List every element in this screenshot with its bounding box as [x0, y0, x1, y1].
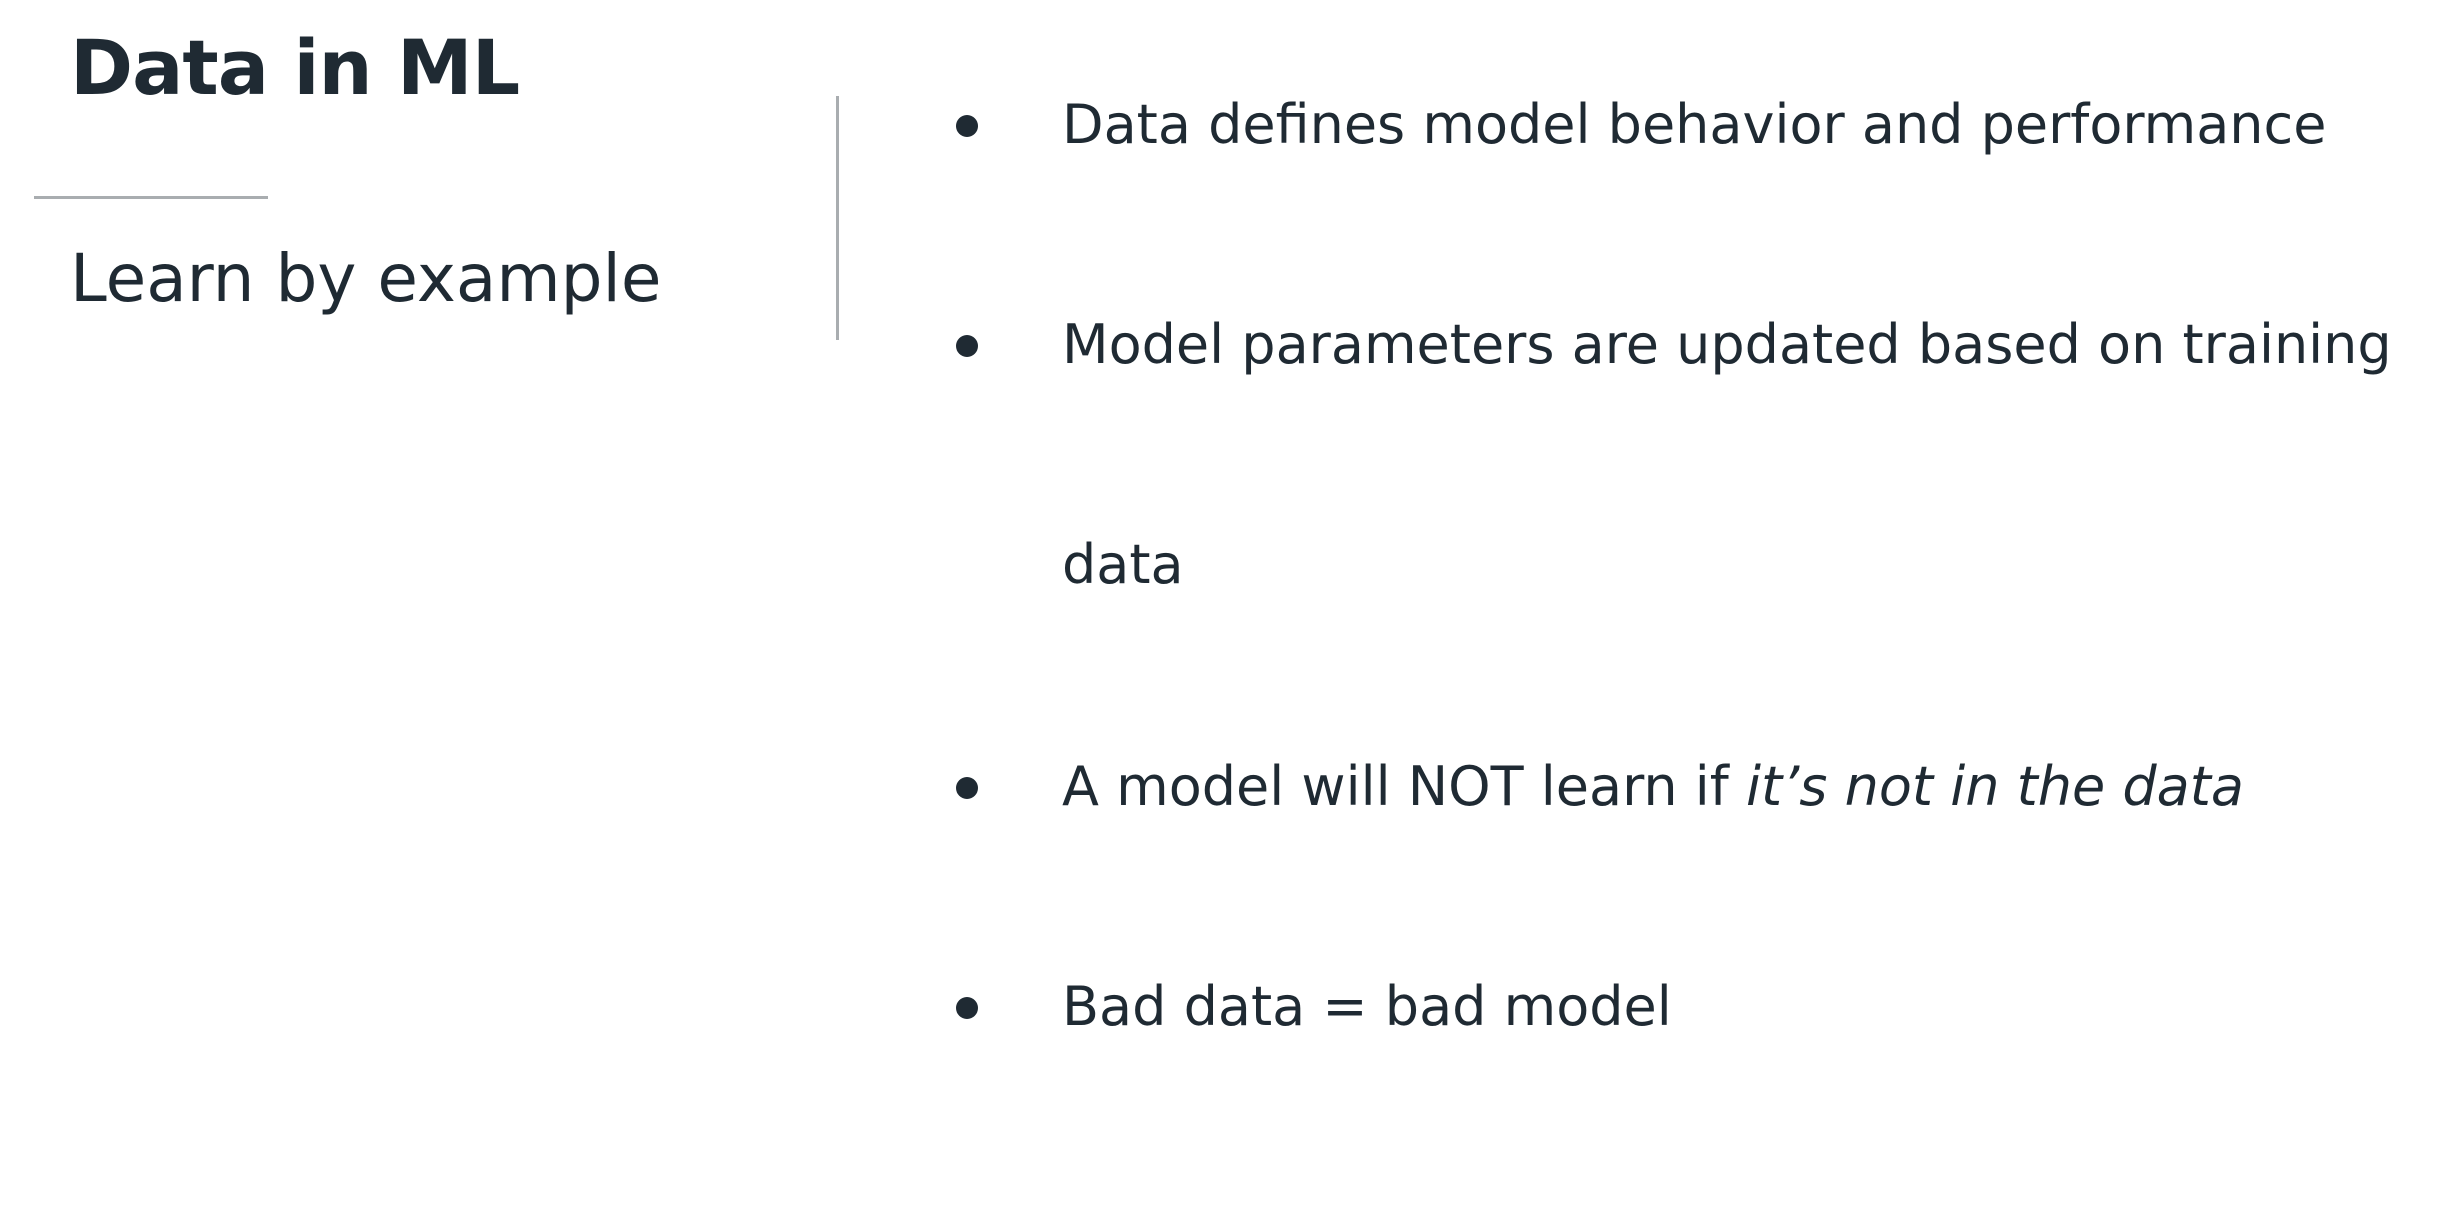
vertical-divider: [836, 96, 839, 340]
slide-title: Data in ML: [70, 23, 520, 112]
bullet-item-3-emphasis: it’s not in the data: [1745, 755, 2245, 818]
bullet-item-2-line-1: Model parameters are updated based on tr…: [1062, 313, 2392, 376]
slide-subtitle: Learn by example: [70, 240, 662, 317]
bullet-item-2-line-2: data: [1062, 533, 1184, 596]
bullet-item-1: Data defines model behavior and performa…: [1062, 93, 2327, 156]
title-underline-divider: [34, 196, 268, 199]
bullet-item-4: Bad data = bad model: [1062, 975, 1672, 1038]
bullet-item-3-text: A model will NOT learn if: [1062, 755, 1746, 818]
bullet-dot-icon: [956, 335, 978, 357]
bullet-dot-icon: [956, 777, 978, 799]
bullet-dot-icon: [956, 115, 978, 137]
bullet-dot-icon: [956, 997, 978, 1019]
bullet-item-3: A model will NOT learn if it’s not in th…: [1062, 760, 2244, 814]
